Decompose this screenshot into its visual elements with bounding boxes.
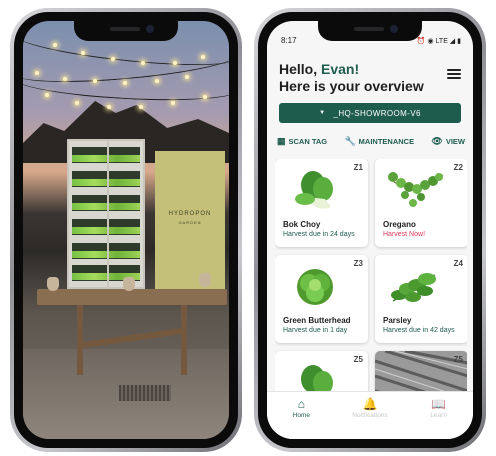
eye-icon: 👁 <box>431 135 443 146</box>
nav-home[interactable]: ⌂ Home <box>271 398 331 419</box>
scan-tag-label: SCAN TAG <box>288 136 328 146</box>
nav-learn[interactable]: 📖 Learn <box>409 398 469 419</box>
phone-left: HYDROPON GARDEN <box>10 8 242 452</box>
hamburger-menu-icon[interactable] <box>447 69 461 79</box>
zone-card[interactable]: Z1 Bok Choy Harvest due in 24 days <box>275 159 368 247</box>
plant-name: Bok Choy <box>283 220 321 229</box>
harvest-status: Harvest due in 24 days <box>283 231 355 238</box>
chevron-down-icon: ▼ <box>319 110 326 116</box>
scan-tag-button[interactable]: ▦ SCAN TAG <box>277 136 327 147</box>
view-label: VIEW <box>445 136 465 146</box>
zone-card[interactable]: Z4 Parsley Harvest due in 42 days <box>375 255 467 343</box>
greeting: Hello, Evan! <box>279 61 359 78</box>
maintenance-button[interactable]: 🔧 MAINTENANCE <box>344 136 414 147</box>
phone-right: 8:17 ⏰ ◉ LTE ◢ ▮ Hello, Evan! Here is yo… <box>254 8 486 452</box>
app: 8:17 ⏰ ◉ LTE ◢ ▮ Hello, Evan! Here is yo… <box>267 21 473 439</box>
notch <box>318 21 422 41</box>
phone-bezel: 8:17 ⏰ ◉ LTE ◢ ▮ Hello, Evan! Here is yo… <box>258 12 482 448</box>
app-screen: 8:17 ⏰ ◉ LTE ◢ ▮ Hello, Evan! Here is yo… <box>267 21 473 439</box>
sign-subtext: GARDEN <box>178 220 202 225</box>
hydroponic-sign <box>155 151 225 301</box>
vase <box>199 273 211 287</box>
oregano-image <box>388 172 444 207</box>
wooden-table <box>37 289 227 305</box>
notch <box>74 21 178 41</box>
vertical-farm-unit <box>67 139 145 289</box>
zone-label: Z4 <box>453 259 463 268</box>
nav-learn-label: Learn <box>430 412 447 419</box>
nav-notifications[interactable]: 🔔 Notifications <box>340 398 400 419</box>
plant-name: Parsley <box>383 316 412 325</box>
harvest-status: Harvest due in 1 day <box>283 327 348 334</box>
phone-bezel: HYDROPON GARDEN <box>14 12 238 448</box>
vase <box>47 277 59 291</box>
status-icons: ⏰ ◉ LTE ◢ ▮ <box>416 38 461 45</box>
sign-text: HYDROPON <box>168 211 212 217</box>
view-button[interactable]: 👁 VIEW <box>431 136 465 147</box>
table-legs <box>77 305 187 375</box>
qr-code-icon: ▦ <box>277 135 286 146</box>
zone-card[interactable]: Z2 Oregano Harvest Now! <box>375 159 467 247</box>
zone-card[interactable]: Z5 <box>375 351 467 391</box>
zone-grid: Z1 Bok Choy Harvest due in 24 days Z2 Or… <box>275 159 467 391</box>
zone-card[interactable]: Z5 <box>275 351 368 391</box>
bell-icon: 🔔 <box>362 397 378 411</box>
plant-name: Oregano <box>383 220 416 229</box>
wrench-icon: 🔧 <box>344 135 356 146</box>
farm-selector-label: _HQ-SHOWROOM-V6 <box>333 108 421 118</box>
bottom-navigation: ⌂ Home 🔔 Notifications 📖 Learn <box>267 391 473 439</box>
vase <box>123 277 135 291</box>
harvest-status: Harvest Now! <box>383 231 426 238</box>
nav-notifications-label: Notifications <box>352 412 388 419</box>
zone-label: Z5 <box>453 355 463 364</box>
zone-label: Z1 <box>353 163 363 172</box>
action-bar: ▦ SCAN TAG 🔧 MAINTENANCE 👁 VIEW <box>277 134 465 148</box>
home-icon: ⌂ <box>297 397 305 411</box>
parsley-image <box>391 273 436 302</box>
zone-label: Z2 <box>453 163 463 172</box>
photo-screen: HYDROPON GARDEN <box>23 21 229 439</box>
greeting-prefix: Hello, <box>279 61 318 77</box>
book-icon: 📖 <box>431 397 447 411</box>
harvest-status: Harvest due in 42 days <box>383 327 455 334</box>
bok-choy-image <box>301 365 333 391</box>
plant-name: Green Butterhead <box>283 316 351 325</box>
status-time: 8:17 <box>281 36 297 45</box>
stage: HYDROPON GARDEN 8:17 ⏰ ◉ LTE ◢ ▮ Hello, … <box>0 0 496 456</box>
zone-card[interactable]: Z3 Green Butterhead Harvest due in 1 day <box>275 255 368 343</box>
butterhead-lettuce-image <box>297 269 333 305</box>
nav-home-label: Home <box>292 412 310 419</box>
zone-label: Z5 <box>353 355 363 364</box>
farm-selector-button[interactable]: ▼ _HQ-SHOWROOM-V6 <box>279 103 461 123</box>
floor-vent <box>119 385 171 401</box>
farm-photo: HYDROPON GARDEN <box>23 21 229 439</box>
bok-choy-image <box>295 171 333 209</box>
overview-heading: Here is your overview <box>279 78 424 94</box>
zone-label: Z3 <box>353 259 363 268</box>
user-name: Evan! <box>321 61 360 77</box>
maintenance-label: MAINTENANCE <box>358 136 415 146</box>
